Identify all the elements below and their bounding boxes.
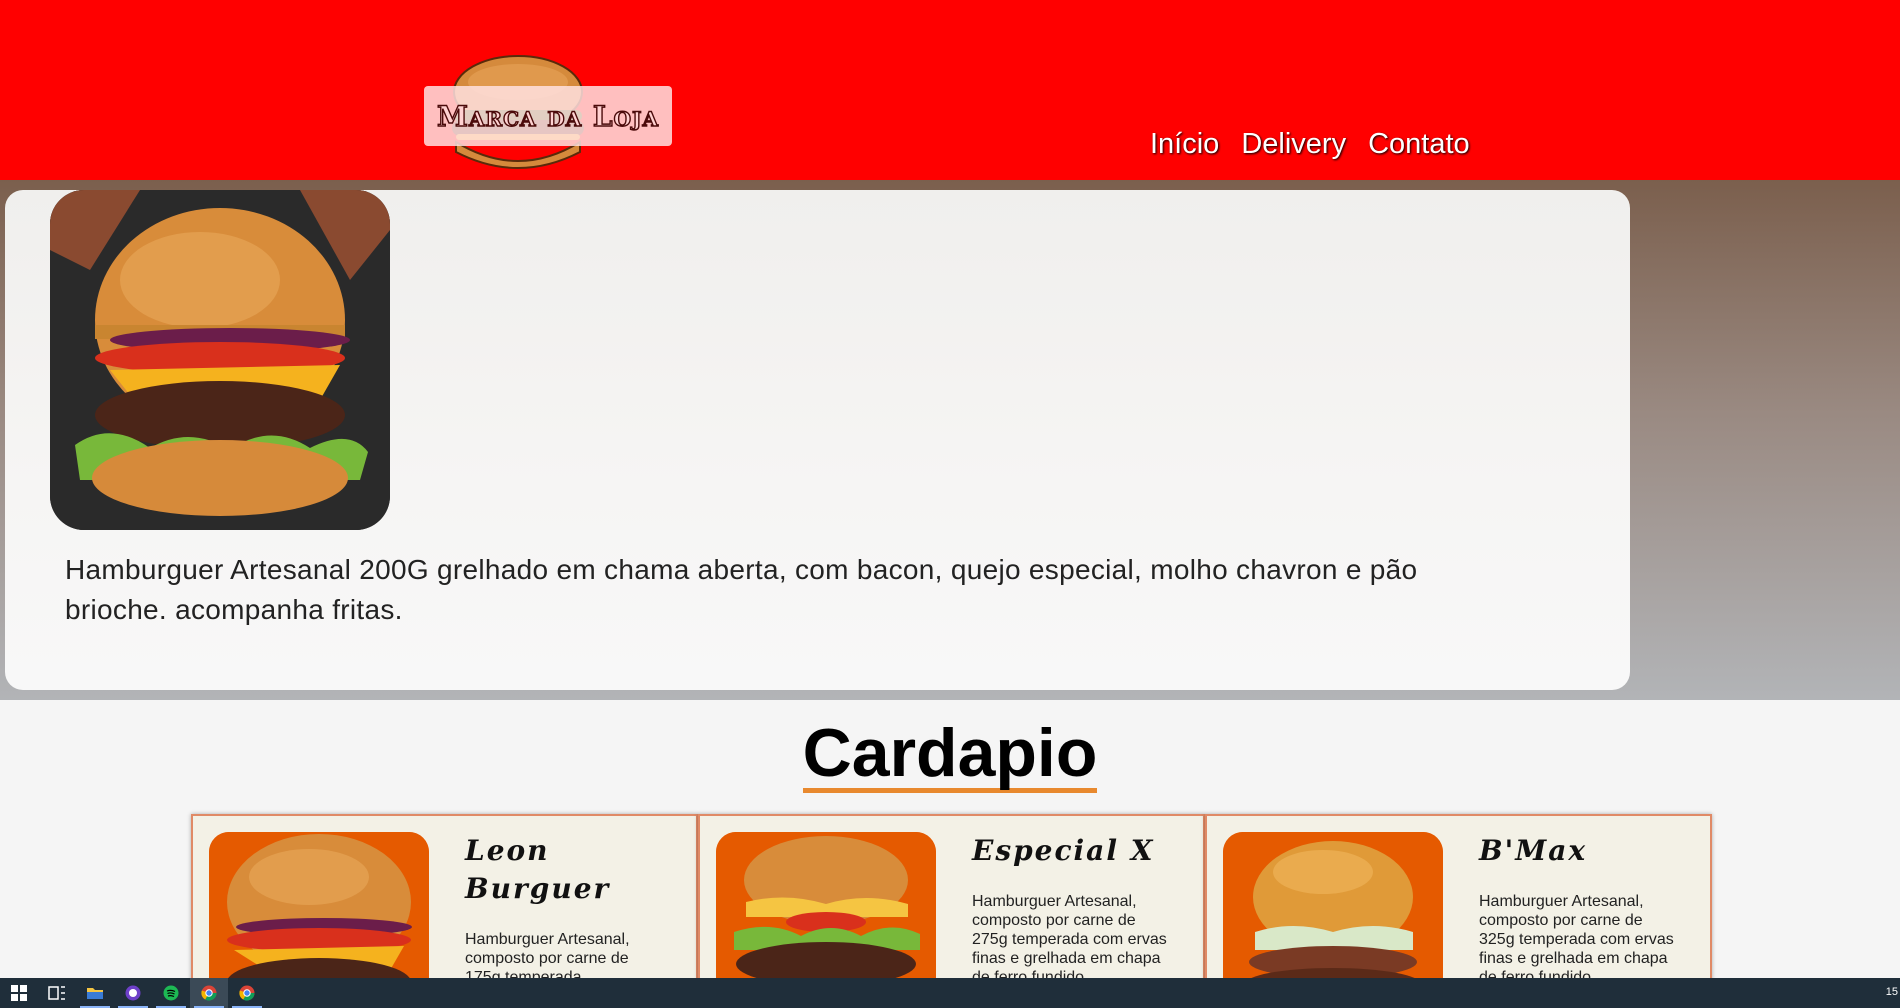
nav-link-delivery[interactable]: Delivery	[1241, 128, 1346, 161]
main-nav: Início Delivery Contato	[1150, 128, 1470, 161]
nav-link-contato[interactable]: Contato	[1368, 128, 1470, 161]
brand-logo[interactable]: Marca da Loja	[424, 86, 672, 146]
menu-item-description: Hamburguer Artesanal, composto por carne…	[1479, 893, 1674, 986]
nav-link-inicio[interactable]: Início	[1150, 128, 1219, 161]
featured-burger-image	[50, 190, 390, 530]
menu-item-name: Especial X	[972, 834, 1155, 867]
site-header: Marca da Loja Início Delivery Contato	[0, 0, 1900, 180]
menu-item-description: Hamburguer Artesanal, composto por carne…	[972, 893, 1167, 986]
featured-description: Hamburguer Artesanal 200G grelhado em ch…	[65, 554, 1418, 625]
menu-section-title: Cardapio	[0, 718, 1900, 793]
task-view-icon[interactable]	[38, 978, 76, 1008]
menu-item-name: Leon Burguer	[465, 834, 611, 905]
file-explorer-icon[interactable]	[76, 978, 114, 1008]
github-desktop-icon[interactable]	[114, 978, 152, 1008]
taskbar: 15	[0, 978, 1900, 1008]
windows-start-icon[interactable]	[0, 978, 38, 1008]
spotify-icon[interactable]	[152, 978, 190, 1008]
menu-item-name: B'Max	[1479, 834, 1588, 867]
chrome-icon[interactable]	[190, 978, 228, 1008]
hero-card: Hamburguer Artesanal 200G grelhado em ch…	[5, 190, 1630, 690]
menu-title: Cardapio	[802, 715, 1098, 793]
taskbar-clock[interactable]: 15	[1886, 986, 1898, 998]
chrome-icon[interactable]	[228, 978, 266, 1008]
